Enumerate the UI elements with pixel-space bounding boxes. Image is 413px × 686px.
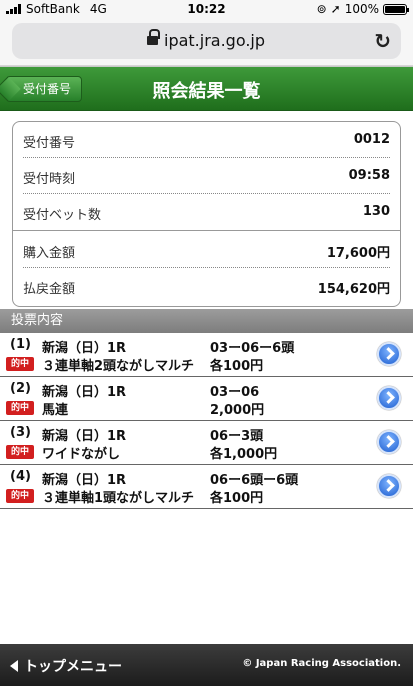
ticket-row[interactable]: (3) 新潟（日）1R 的中 ワイドながし 06ー3頭 各1,000円 [0, 421, 413, 465]
page-header: 受付番号 照会結果一覧 [0, 67, 413, 111]
chevron-right-icon[interactable] [377, 342, 401, 366]
ticket-number: (3) [10, 425, 31, 440]
url-text: ipat.jra.go.jp [164, 31, 266, 50]
ticket-combination: 03ー06 [210, 385, 260, 400]
summary-row: 受付番号 0012 [23, 122, 390, 158]
main-content: 受付番号 0012 受付時刻 09:58 受付ベット数 130 購入金額 17,… [0, 111, 413, 644]
ticket-amount: 各1,000円 [210, 447, 278, 462]
ticket-amount: 各100円 [210, 491, 264, 506]
chevron-right-icon[interactable] [377, 430, 401, 454]
ticket-race: 新潟（日）1R [42, 385, 127, 400]
browser-toolbar: ipat.jra.go.jp ↻ [0, 18, 413, 66]
ticket-race: 新潟（日）1R [42, 429, 127, 444]
summary-panel: 受付番号 0012 受付時刻 09:58 受付ベット数 130 購入金額 17,… [12, 121, 401, 307]
battery-percent: 100% [344, 2, 379, 16]
ticket-number: (2) [10, 381, 31, 396]
ticket-combination: 06ー3頭 [210, 429, 264, 444]
summary-value: 130 [362, 204, 390, 219]
summary-value: 0012 [353, 132, 390, 147]
ticket-row[interactable]: (4) 新潟（日）1R 的中 ３連単軸1頭ながしマルチ 06ー6頭ー6頭 各10… [0, 465, 413, 509]
summary-row: 購入金額 17,600円 [23, 232, 390, 268]
ticket-race: 新潟（日）1R [42, 341, 127, 356]
summary-value: 17,600円 [326, 246, 390, 261]
summary-row: 受付時刻 09:58 [23, 158, 390, 194]
hit-badge: 的中 [6, 401, 34, 415]
rotation-lock-icon: ⊚ [316, 2, 327, 16]
summary-label: 受付時刻 [23, 172, 76, 187]
copyright-text: © Japan Racing Association. [242, 658, 401, 669]
summary-row: 払戻金額 154,620円 [23, 268, 390, 304]
top-menu-link[interactable]: トップメニュー [10, 656, 122, 676]
summary-value: 154,620円 [317, 282, 390, 297]
ticket-row[interactable]: (1) 新潟（日）1R 的中 ３連単軸2頭ながしマルチ 03ー06ー6頭 各10… [0, 333, 413, 377]
footer-bar: トップメニュー © Japan Racing Association. [0, 644, 413, 686]
summary-label: 購入金額 [23, 246, 76, 261]
chevron-right-icon[interactable] [377, 386, 401, 410]
summary-label: 受付ベット数 [23, 208, 102, 223]
summary-label: 払戻金額 [23, 282, 76, 297]
summary-label: 受付番号 [23, 136, 76, 151]
lock-icon [147, 29, 160, 46]
ticket-number: (1) [10, 337, 31, 352]
ticket-row[interactable]: (2) 新潟（日）1R 的中 馬連 03ー06 2,000円 [0, 377, 413, 421]
ticket-amount: 2,000円 [210, 403, 265, 418]
hit-badge: 的中 [6, 357, 34, 371]
page-title: 照会結果一覧 [152, 81, 261, 102]
ticket-combination: 06ー6頭ー6頭 [210, 473, 299, 488]
chevron-right-icon[interactable] [377, 474, 401, 498]
ticket-bet-type: 馬連 [42, 403, 69, 418]
battery-icon [383, 3, 409, 15]
address-bar[interactable]: ipat.jra.go.jp ↻ [12, 23, 401, 59]
ticket-bet-type: ３連単軸2頭ながしマルチ [42, 359, 195, 374]
ticket-bet-type: ワイドながし [42, 447, 121, 462]
ticket-amount: 各100円 [210, 359, 264, 374]
ticket-bet-type: ３連単軸1頭ながしマルチ [42, 491, 195, 506]
hit-badge: 的中 [6, 445, 34, 459]
summary-row: 受付ベット数 130 [23, 194, 390, 230]
ticket-combination: 03ー06ー6頭 [210, 341, 295, 356]
divider [13, 230, 400, 231]
reload-icon[interactable]: ↻ [374, 29, 391, 53]
status-bar: SoftBank 4G 10:22 ⊚ ➚ 100% [0, 0, 413, 18]
ticket-number: (4) [10, 469, 31, 484]
summary-value: 09:58 [348, 168, 390, 183]
section-header: 投票内容 [0, 309, 413, 333]
ticket-race: 新潟（日）1R [42, 473, 127, 488]
location-icon: ➚ [330, 2, 341, 16]
hit-badge: 的中 [6, 489, 34, 503]
